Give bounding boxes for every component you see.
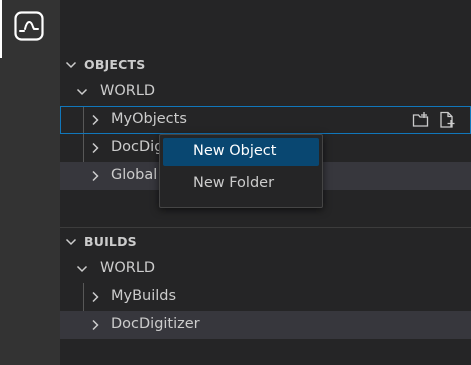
chevron-down-icon [76, 88, 88, 96]
row-actions [411, 106, 471, 134]
tree-item-label: Global [111, 167, 158, 183]
chevron-right-icon [92, 319, 99, 331]
new-file-icon[interactable] [438, 111, 456, 129]
menu-item-label: New Object [193, 143, 277, 159]
tree-item-label: WORLD [100, 260, 156, 276]
chevron-down-icon [65, 238, 77, 246]
chevron-right-icon [92, 114, 99, 126]
new-folder-icon[interactable] [412, 111, 430, 129]
section-header-objects[interactable]: OBJECTS [60, 51, 471, 79]
tree-item-mybuilds[interactable]: MyBuilds [60, 283, 471, 311]
tree-item-myobjects[interactable]: MyObjects [60, 106, 471, 134]
activity-bar [0, 0, 60, 365]
tree-item-docdigitizer[interactable]: DocDigitizer [60, 311, 471, 339]
sidebar-top-spacer [60, 0, 471, 50]
menu-item-new-folder[interactable]: New Folder [163, 170, 319, 198]
menu-item-label: New Folder [193, 175, 275, 191]
section-title: OBJECTS [84, 57, 146, 72]
activity-item-objects[interactable] [0, 0, 60, 58]
tree-root-world[interactable]: WORLD [60, 255, 471, 283]
chevron-down-icon [76, 265, 88, 273]
tree-item-label: MyObjects [111, 111, 187, 127]
tree-root-world[interactable]: WORLD [60, 78, 471, 106]
chevron-right-icon [92, 142, 99, 154]
menu-item-new-object[interactable]: New Object [163, 138, 319, 166]
context-menu: New Object New Folder [159, 134, 323, 208]
chevron-right-icon [92, 291, 99, 303]
pulse-graph-icon [14, 11, 44, 41]
tree-item-label: WORLD [100, 83, 156, 99]
chevron-right-icon [92, 170, 99, 182]
tree-item-label: DocDigitizer [111, 316, 200, 332]
section-header-builds[interactable]: BUILDS [60, 228, 471, 256]
tree-item-label: MyBuilds [111, 288, 177, 304]
chevron-down-icon [65, 61, 77, 69]
section-title: BUILDS [84, 234, 137, 249]
